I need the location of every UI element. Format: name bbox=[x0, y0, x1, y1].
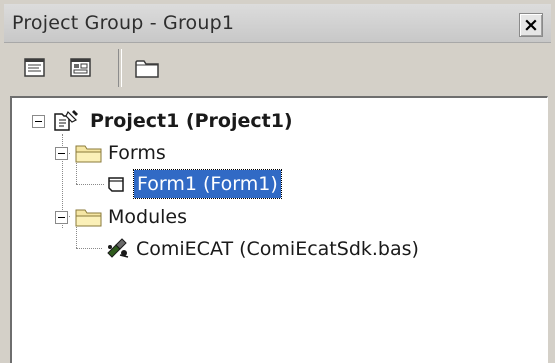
form-icon bbox=[108, 177, 124, 192]
view-code-icon bbox=[24, 58, 45, 77]
title-bar[interactable]: Project Group - Group1 × bbox=[4, 4, 551, 43]
toggle-folders-icon bbox=[135, 60, 159, 78]
view-object-icon bbox=[70, 58, 91, 77]
modules-folder-label: Modules bbox=[108, 206, 187, 228]
tree-node-form1[interactable]: Form1 (Form1) bbox=[12, 169, 532, 200]
tree-node-project[interactable]: Project1 (Project1) bbox=[12, 106, 532, 136]
folder-icon bbox=[75, 209, 102, 227]
tree-node-comiecat[interactable]: ComiECAT (ComiEcatSdk.bas) bbox=[12, 234, 532, 264]
project-tree[interactable]: Project1 (Project1) Forms Form1 (Form1) bbox=[10, 96, 548, 363]
form1-label: Form1 (Form1) bbox=[133, 169, 282, 199]
view-object-button[interactable] bbox=[68, 55, 94, 81]
tree-node-modules[interactable]: Modules bbox=[12, 202, 532, 232]
view-code-button[interactable] bbox=[22, 55, 48, 81]
toggle-folders-button[interactable] bbox=[132, 53, 162, 83]
comiecat-label: ComiECAT (ComiEcatSdk.bas) bbox=[136, 238, 419, 260]
project-label: Project1 (Project1) bbox=[90, 110, 293, 132]
collapse-icon[interactable] bbox=[55, 147, 68, 160]
module-icon bbox=[107, 238, 129, 258]
window-title: Project Group - Group1 bbox=[12, 12, 235, 34]
forms-folder-label: Forms bbox=[108, 142, 166, 164]
collapse-icon[interactable] bbox=[55, 211, 68, 224]
project-explorer-window: Project Group - Group1 × Project1 (Proje… bbox=[0, 0, 555, 363]
close-button[interactable]: × bbox=[519, 13, 543, 37]
tree-node-forms[interactable]: Forms bbox=[12, 138, 532, 168]
project-icon bbox=[54, 110, 78, 131]
collapse-icon[interactable] bbox=[32, 115, 45, 128]
toolbar-separator bbox=[118, 49, 122, 87]
folder-icon bbox=[75, 145, 102, 163]
toolbar bbox=[4, 43, 551, 95]
